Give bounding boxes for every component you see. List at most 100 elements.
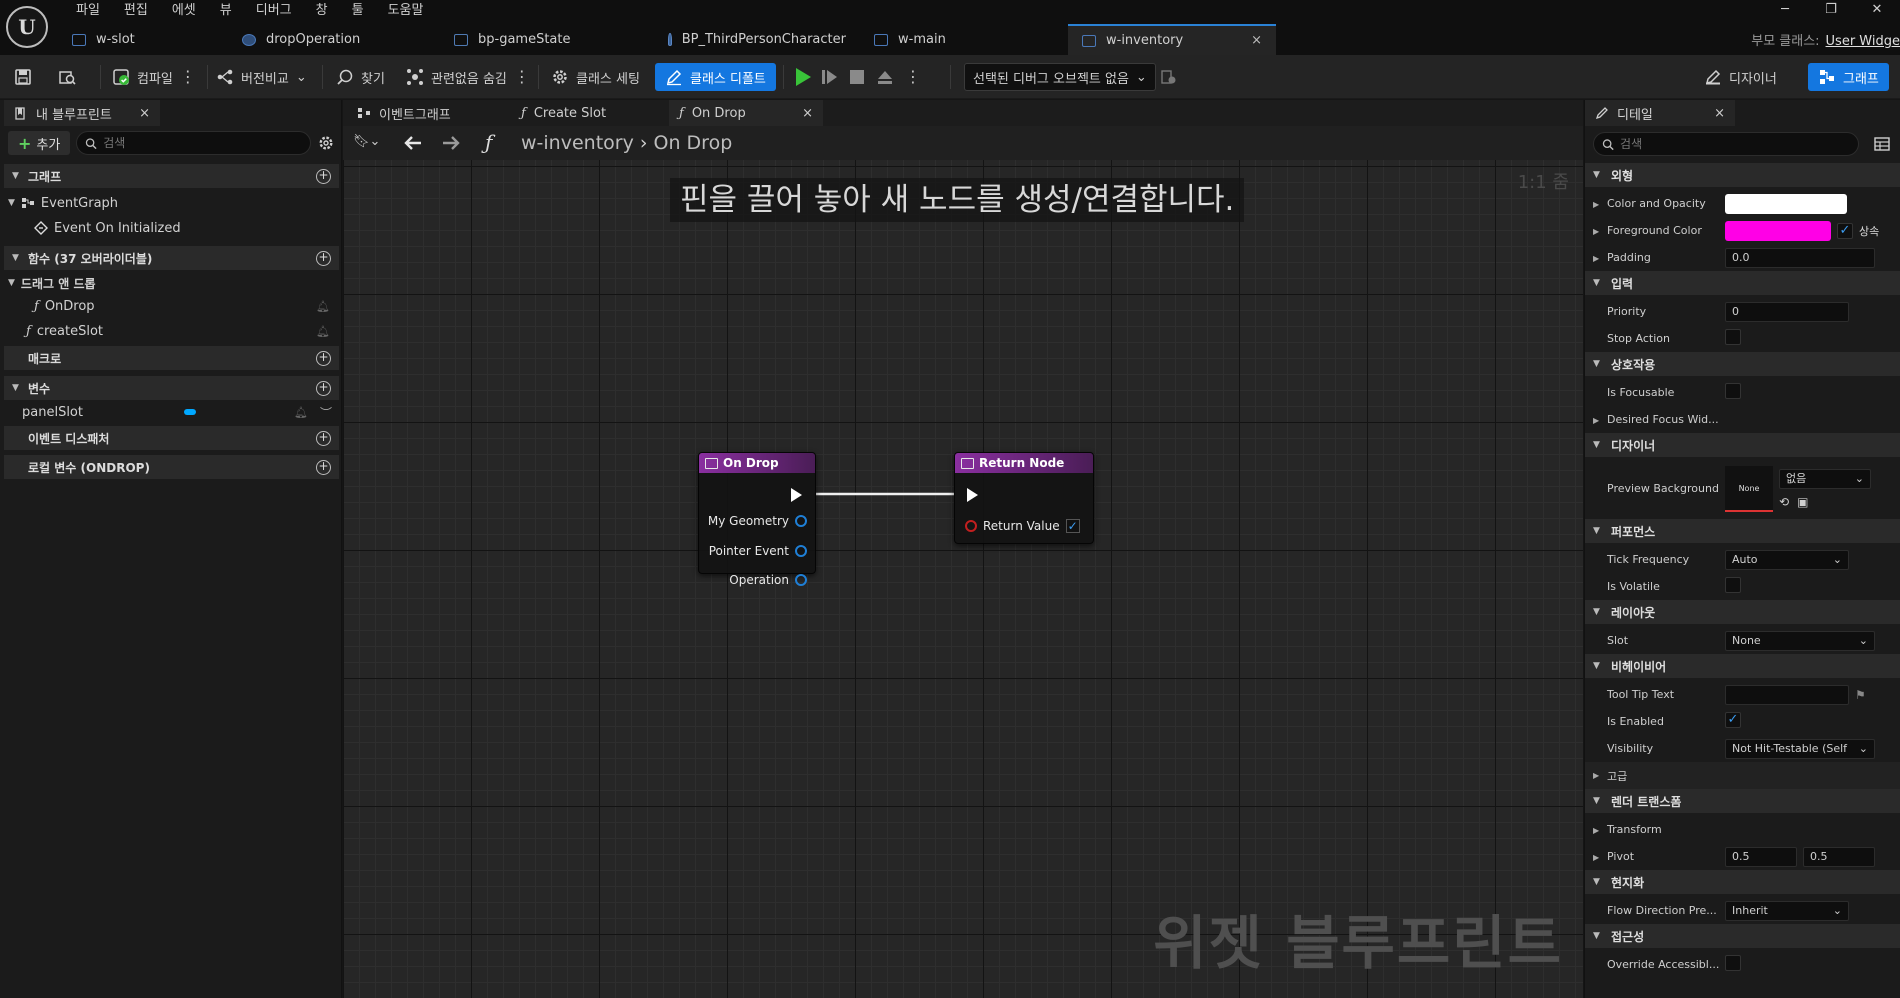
- slot-select[interactable]: None ⌄: [1725, 631, 1875, 651]
- expand-arrow-icon[interactable]: ▶: [1593, 254, 1599, 263]
- doc-tab-w-slot[interactable]: w-slot: [58, 24, 228, 55]
- is-focusable-checkbox[interactable]: [1725, 383, 1741, 399]
- diff-button[interactable]: 버전비교 ⌄: [216, 63, 307, 91]
- preview-thumbnail[interactable]: None: [1725, 466, 1773, 512]
- compile-button[interactable]: 컴파일 ⋮: [112, 63, 196, 91]
- visibility-select[interactable]: Not Hit-Testable (Self ⌄: [1725, 739, 1875, 759]
- section-render-transform[interactable]: ▼ 렌더 트랜스폼: [1585, 789, 1900, 813]
- close-icon[interactable]: ×: [139, 106, 150, 121]
- designer-mode-button[interactable]: 디자이너: [1704, 63, 1777, 91]
- color-opacity-swatch[interactable]: [1725, 194, 1847, 214]
- pivot-y-input[interactable]: 0.5: [1803, 847, 1875, 867]
- doc-tab-bp-thirdpersoncharacter[interactable]: BP_ThirdPersonCharacter: [654, 24, 860, 55]
- struct-pin-icon[interactable]: [795, 515, 807, 527]
- menu-asset[interactable]: 에셋: [160, 2, 208, 20]
- play-options-icon[interactable]: ⋮: [905, 69, 921, 85]
- exec-input-pin[interactable]: [967, 488, 978, 502]
- graph-canvas[interactable]: 1:1 줌 핀을 끌어 놓아 새 노드를 생성/연결합니다. On Drop M…: [343, 160, 1583, 998]
- override-accessible-checkbox[interactable]: [1725, 955, 1741, 971]
- node-header[interactable]: Return Node: [955, 453, 1093, 473]
- expand-arrow-icon[interactable]: ▶: [1593, 771, 1599, 780]
- is-enabled-checkbox[interactable]: ✓: [1725, 712, 1741, 728]
- parent-class-link[interactable]: User Widge: [1826, 34, 1900, 49]
- section-behavior[interactable]: ▼ 비헤이비어: [1585, 654, 1900, 678]
- node-return[interactable]: Return Node Return Value ✓: [954, 452, 1094, 544]
- expand-arrow-icon[interactable]: ▶: [1593, 826, 1599, 835]
- settings-gear-icon[interactable]: [317, 134, 335, 152]
- pin-my-geometry[interactable]: My Geometry: [708, 514, 807, 528]
- add-button[interactable]: + 추가: [8, 131, 71, 155]
- expand-arrow-icon[interactable]: ▶: [1593, 416, 1599, 425]
- pin-return-value[interactable]: Return Value ✓: [965, 519, 1080, 533]
- section-interaction[interactable]: ▼ 상호작용: [1585, 352, 1900, 376]
- tree-item-event-on-initialized[interactable]: Event On Initialized: [34, 217, 181, 239]
- menu-tools[interactable]: 툴: [340, 2, 376, 20]
- hide-unrelated-options-icon[interactable]: ⋮: [514, 69, 530, 85]
- expand-arrow-icon[interactable]: ▶: [1593, 853, 1599, 862]
- save-button[interactable]: [14, 63, 32, 91]
- restore-icon[interactable]: ❐: [1808, 0, 1854, 22]
- step-icon[interactable]: [822, 68, 838, 86]
- details-tab[interactable]: 디테일 ×: [1585, 100, 1735, 126]
- back-arrow-icon[interactable]: [403, 135, 423, 151]
- close-icon[interactable]: ×: [1251, 33, 1262, 48]
- forward-arrow-icon[interactable]: [441, 135, 461, 151]
- section-localization[interactable]: ▼ 현지화: [1585, 870, 1900, 894]
- section-graphs[interactable]: ▼ 그래프 +: [4, 164, 339, 188]
- tree-item-ondrop[interactable]: ƒ OnDrop 🔔︎: [34, 295, 336, 317]
- add-function-icon[interactable]: +: [316, 250, 331, 266]
- localization-flag-icon[interactable]: ⚑: [1855, 688, 1866, 702]
- section-layout[interactable]: ▼ 레이아웃: [1585, 600, 1900, 624]
- breadcrumb-root[interactable]: w-inventory: [521, 132, 634, 154]
- visibility-eye-icon[interactable]: ︶: [320, 404, 332, 421]
- menu-view[interactable]: 뷰: [208, 2, 244, 20]
- bell-icon[interactable]: 🔔︎: [316, 325, 330, 338]
- foreground-color-swatch[interactable]: [1725, 221, 1831, 241]
- prop-advanced[interactable]: ▶ 고급: [1585, 762, 1900, 789]
- graph-tab-create-slot[interactable]: ƒ Create Slot: [511, 100, 669, 126]
- add-local-variable-icon[interactable]: +: [316, 459, 331, 475]
- eject-icon[interactable]: [876, 68, 894, 86]
- struct-pin-icon[interactable]: [795, 545, 807, 557]
- section-appearance[interactable]: ▼ 외형: [1585, 163, 1900, 187]
- find-button[interactable]: 찾기: [336, 63, 385, 91]
- add-macro-icon[interactable]: +: [316, 350, 331, 366]
- add-graph-icon[interactable]: +: [316, 168, 331, 184]
- debug-filter-button[interactable]: [1160, 63, 1178, 91]
- section-functions[interactable]: ▼ 함수 (37 오버라이더블) +: [4, 246, 339, 270]
- graph-tab-eventgraph[interactable]: 이벤트그래프: [347, 100, 505, 126]
- bool-pin-icon[interactable]: [965, 520, 977, 532]
- menu-file[interactable]: 파일: [64, 2, 112, 20]
- details-search-input[interactable]: [1620, 137, 1850, 151]
- details-search[interactable]: [1593, 132, 1859, 156]
- flow-direction-select[interactable]: Inherit ⌄: [1725, 901, 1849, 921]
- is-volatile-checkbox[interactable]: [1725, 577, 1741, 593]
- debug-object-select[interactable]: 선택된 디버그 오브젝트 없음 ⌄: [964, 63, 1156, 91]
- preview-asset-select[interactable]: 없음 ⌄: [1779, 469, 1871, 489]
- tree-item-createslot[interactable]: ƒ createSlot 🔔︎: [26, 320, 336, 342]
- class-settings-button[interactable]: 클래스 세팅: [551, 63, 640, 91]
- pin-pointer-event[interactable]: Pointer Event: [709, 544, 807, 558]
- unreal-logo-icon[interactable]: U: [6, 6, 48, 48]
- stop-action-checkbox[interactable]: [1725, 329, 1741, 345]
- menu-debug[interactable]: 디버그: [244, 2, 304, 20]
- expand-arrow-icon[interactable]: ▶: [1593, 200, 1599, 209]
- tooltip-text-input[interactable]: [1725, 685, 1849, 705]
- graph-mode-button[interactable]: 그래프: [1808, 63, 1889, 91]
- doc-tab-w-inventory[interactable]: w-inventory ×: [1068, 24, 1276, 55]
- play-icon[interactable]: [796, 68, 811, 86]
- browse-asset-icon[interactable]: ▣: [1797, 495, 1808, 509]
- table-view-icon[interactable]: [1874, 136, 1890, 152]
- return-value-checkbox[interactable]: ✓: [1065, 519, 1080, 533]
- tree-item-panelslot[interactable]: panelSlot 🔔︎ ︶: [22, 401, 336, 423]
- menu-window[interactable]: 창: [304, 2, 340, 20]
- node-on-drop[interactable]: On Drop My Geometry Pointer Event Operat…: [698, 452, 816, 587]
- minimize-icon[interactable]: ─: [1762, 0, 1808, 22]
- compile-options-icon[interactable]: ⋮: [180, 69, 196, 85]
- stop-icon[interactable]: [849, 68, 865, 86]
- doc-tab-bp-gamestate[interactable]: bp-gameState: [440, 24, 654, 55]
- my-blueprint-search[interactable]: [76, 131, 311, 155]
- graph-tab-on-drop[interactable]: ƒ On Drop ×: [669, 100, 823, 126]
- priority-input[interactable]: 0: [1725, 302, 1849, 322]
- section-variables[interactable]: ▼ 변수 +: [4, 376, 339, 400]
